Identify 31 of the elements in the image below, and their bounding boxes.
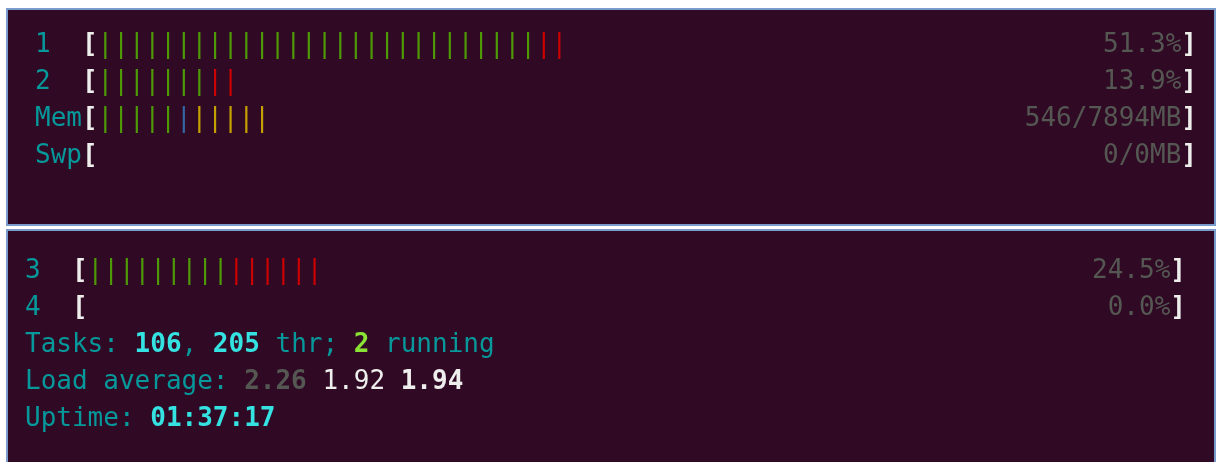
meter-value: 546/7894MB bbox=[1024, 101, 1182, 134]
meter-bracket: ] bbox=[1181, 64, 1197, 97]
meter-bracket: ] bbox=[1170, 253, 1186, 287]
meter-value: 0.0% bbox=[1107, 290, 1171, 324]
meter-value: 0/0MB bbox=[1103, 138, 1182, 171]
meter-value: 13.9% bbox=[1103, 64, 1182, 97]
status-line: Uptime: 01:37:17 bbox=[25, 401, 277, 435]
meter-label: 2 bbox=[35, 64, 52, 97]
meter-label: Mem bbox=[35, 101, 82, 134]
meter-bracket: [ bbox=[81, 138, 98, 171]
meter-bracket: [ bbox=[81, 101, 98, 134]
meter-value: 51.3% bbox=[1103, 27, 1182, 60]
meter-bracket: [ bbox=[71, 290, 88, 324]
meter-bars: ||||||||||||||| bbox=[87, 251, 323, 289]
meter-label: 3 bbox=[25, 253, 42, 287]
meter-bracket: ] bbox=[1181, 27, 1197, 60]
meter-label: Swp bbox=[35, 138, 82, 171]
status-line: Load average: 2.26 1.92 1.94 bbox=[25, 364, 465, 398]
meter-bars: ||||||||| bbox=[97, 62, 239, 99]
meter-label: 1 bbox=[35, 27, 52, 60]
meter-bracket: ] bbox=[1170, 290, 1186, 324]
meter-bars: ||||||||||| bbox=[97, 99, 270, 136]
meter-bracket: ] bbox=[1181, 138, 1197, 171]
meter-bracket: [ bbox=[81, 64, 98, 97]
meter-bracket: [ bbox=[71, 253, 88, 287]
meter-bracket: [ bbox=[81, 27, 98, 60]
meter-bracket: ] bbox=[1181, 101, 1197, 134]
status-line: Tasks: 106, 205 thr; 2 running bbox=[25, 327, 496, 361]
meter-label: 4 bbox=[25, 290, 42, 324]
meter-bars: |||||||||||||||||||||||||||||| bbox=[97, 25, 568, 62]
meter-value: 24.5% bbox=[1092, 253, 1171, 287]
